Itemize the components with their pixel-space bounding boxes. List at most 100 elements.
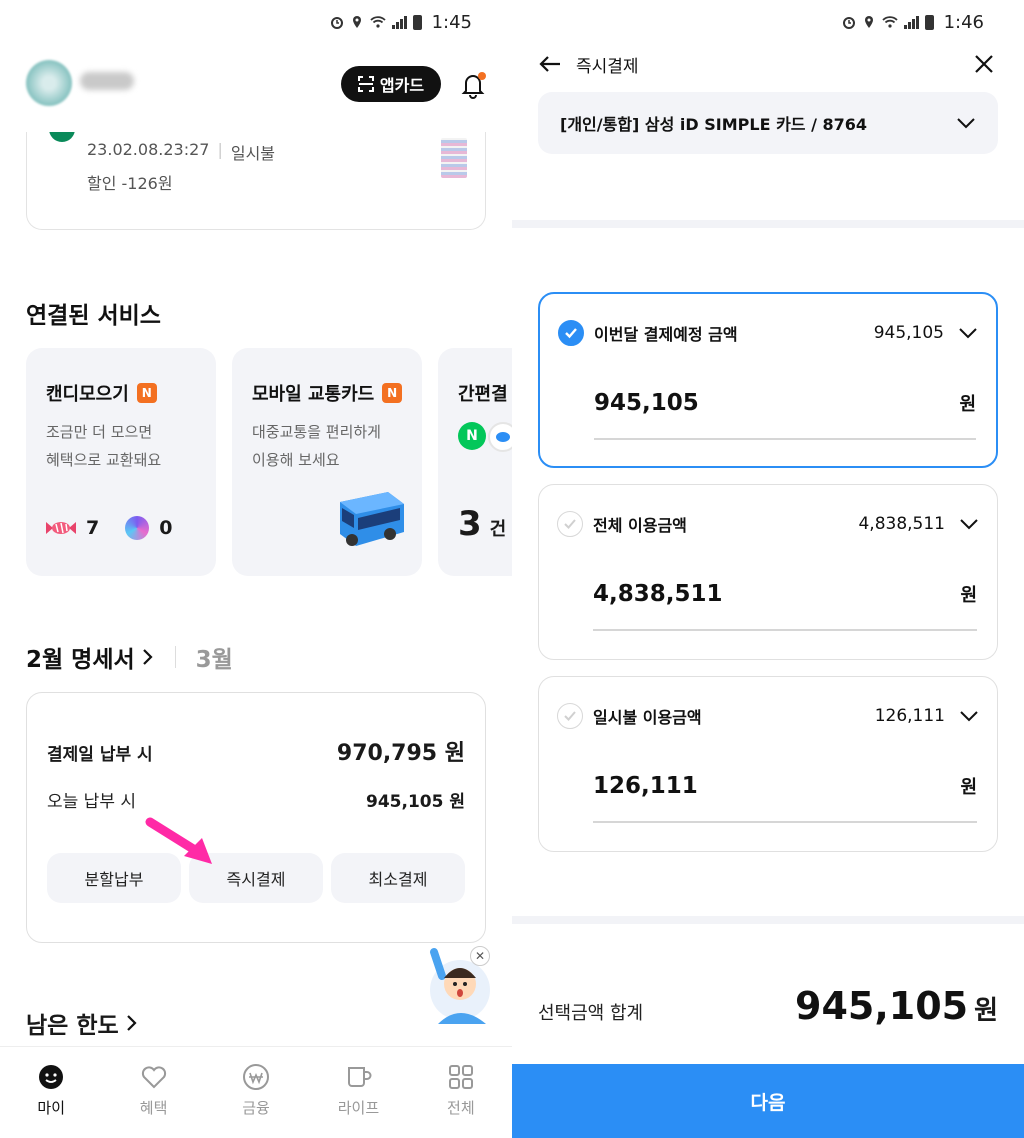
new-badge: N	[382, 383, 403, 403]
current-month-label: 2월 명세서	[26, 647, 135, 673]
divider: |	[217, 140, 223, 159]
due-date-label: 결제일 납부 시	[47, 745, 153, 765]
total-unit: 원	[974, 996, 998, 1026]
profile-name-blurred	[80, 72, 134, 90]
cup-icon	[348, 1067, 372, 1087]
amount-input-value: 126,111	[593, 773, 698, 799]
transaction-type: 일시불	[230, 144, 276, 163]
signal-icon	[903, 15, 919, 29]
nav-finance[interactable]: 금융	[205, 1047, 307, 1138]
nav-life[interactable]: 라이프	[307, 1047, 409, 1138]
won-unit: 원	[960, 585, 977, 606]
tab-march[interactable]: 3월	[196, 640, 233, 674]
nav-my[interactable]: 마이	[0, 1047, 102, 1138]
option-sum: 945,105	[873, 323, 944, 343]
transaction-datetime: 23.02.08.23:27	[87, 140, 210, 159]
wifi-icon	[881, 16, 898, 28]
connected-services-title: 연결된 서비스	[26, 303, 161, 329]
due-date-amount: 970,795 원	[336, 741, 465, 766]
total-amount: 945,105	[795, 984, 969, 1028]
lollipop-count: 0	[159, 517, 173, 539]
checkbox-checked-icon[interactable]	[558, 320, 584, 346]
remaining-limit-title: 남은 한도	[26, 1013, 119, 1039]
right-screen: 1:46 즉시결제 [개인/통합] 삼성 iD SIMPLE 카드 / 8764…	[512, 0, 1024, 1138]
grid-icon	[448, 1065, 473, 1089]
naver-pay-icon: N	[458, 422, 486, 450]
nav-all-label: 전체	[447, 1099, 475, 1117]
nav-my-label: 마이	[37, 1099, 65, 1117]
checkbox-unchecked-icon[interactable]	[557, 511, 583, 537]
transit-description: 대중교통을 편리하게 이용해 보세요	[252, 423, 381, 469]
close-icon[interactable]	[970, 50, 998, 78]
today-amount: 945,105 원	[366, 792, 465, 812]
back-arrow-icon[interactable]	[536, 50, 564, 78]
simple-pay-title: 간편결	[458, 384, 508, 405]
nav-benefits-label: 혜택	[139, 1099, 168, 1117]
status-bar: 1:46	[842, 8, 984, 36]
total-label: 선택금액 합계	[538, 1003, 644, 1024]
pointer-arrow-icon	[145, 817, 212, 864]
location-icon	[864, 16, 873, 28]
signal-icon	[391, 15, 407, 29]
won-coin-icon	[243, 1064, 270, 1090]
battery-icon	[924, 14, 934, 30]
bottom-navigation: 마이 혜택 금융 라이프 전체	[0, 1046, 512, 1138]
option-sum: 4,838,511	[858, 514, 945, 534]
nav-all[interactable]: 전체	[410, 1047, 512, 1138]
input-underline	[593, 629, 977, 631]
chevron-down-icon[interactable]	[959, 518, 979, 530]
remaining-limit-link[interactable]: 남은 한도	[26, 1006, 139, 1040]
candy-description: 조금만 더 모으면 혜택으로 교환돼요	[46, 423, 162, 469]
simple-pay-count: 3	[458, 504, 482, 544]
app-card-label: 앱카드	[379, 76, 425, 95]
new-badge: N	[136, 383, 157, 403]
receipt-thumbnail	[441, 138, 467, 178]
transit-card-service[interactable]: 모바일 교통카드 N 대중교통을 편리하게 이용해 보세요	[232, 348, 422, 576]
amount-input[interactable]: 126,111 원	[593, 773, 977, 799]
won-unit: 원	[959, 394, 976, 415]
nav-finance-label: 금융	[242, 1099, 270, 1117]
minimum-payment-button[interactable]: 최소결제	[331, 853, 465, 903]
heart-icon	[141, 1066, 166, 1089]
amount-input[interactable]: 4,838,511 원	[593, 581, 977, 607]
mascot-close-icon[interactable]: ✕	[470, 946, 490, 966]
wifi-icon	[369, 16, 386, 28]
next-button[interactable]: 다음	[512, 1064, 1024, 1138]
chevron-down-icon[interactable]	[959, 710, 979, 722]
app-card-button[interactable]: 앱카드	[341, 66, 441, 102]
amount-input-value: 945,105	[594, 390, 699, 416]
amount-input[interactable]: 945,105 원	[594, 390, 976, 416]
scan-icon	[357, 76, 374, 92]
chevron-down-icon	[957, 118, 975, 129]
chevron-down-icon[interactable]	[958, 327, 978, 339]
profile-avatar[interactable]	[26, 60, 72, 106]
won-unit: 원	[960, 777, 977, 798]
simple-pay-unit: 건	[489, 519, 507, 540]
nav-life-label: 라이프	[337, 1099, 380, 1117]
option-sum: 126,111	[874, 706, 945, 726]
simple-pay-service-card[interactable]: 간편결 N 3건	[438, 348, 512, 576]
option-lump-sum-card[interactable]: 일시불 이용금액 126,111 126,111 원	[538, 676, 998, 852]
bell-icon[interactable]	[458, 70, 488, 100]
candy-service-card[interactable]: 캔디모으기 N 조금만 더 모으면 혜택으로 교환돼요 7 0	[26, 348, 216, 576]
status-time: 1:45	[431, 11, 472, 33]
tab-february-statement[interactable]: 2월 명세서	[26, 640, 155, 674]
section-divider	[512, 220, 1024, 228]
candy-icon	[46, 522, 76, 534]
amount-input-value: 4,838,511	[593, 581, 723, 607]
nav-benefits[interactable]: 혜택	[102, 1047, 204, 1138]
transit-title: 모바일 교통카드	[252, 384, 375, 405]
option-label: 전체 이용금액	[593, 516, 687, 535]
status-bar: 1:45	[330, 8, 472, 36]
lollipop-icon	[125, 516, 150, 540]
option-this-month-card[interactable]: 이번달 결제예정 금액 945,105 945,105 원	[538, 292, 998, 468]
option-total-usage-card[interactable]: 전체 이용금액 4,838,511 4,838,511 원	[538, 484, 998, 660]
input-underline	[594, 438, 976, 440]
checkbox-unchecked-icon[interactable]	[557, 703, 583, 729]
tab-divider	[174, 646, 176, 668]
top-app-bar: 즉시결제	[512, 44, 1024, 84]
chevron-right-icon	[126, 1015, 137, 1031]
smile-icon	[39, 1065, 64, 1089]
card-selector-dropdown[interactable]: [개인/통합] 삼성 iD SIMPLE 카드 / 8764	[538, 92, 998, 154]
statement-tabs: 2월 명세서 3월	[26, 640, 233, 674]
